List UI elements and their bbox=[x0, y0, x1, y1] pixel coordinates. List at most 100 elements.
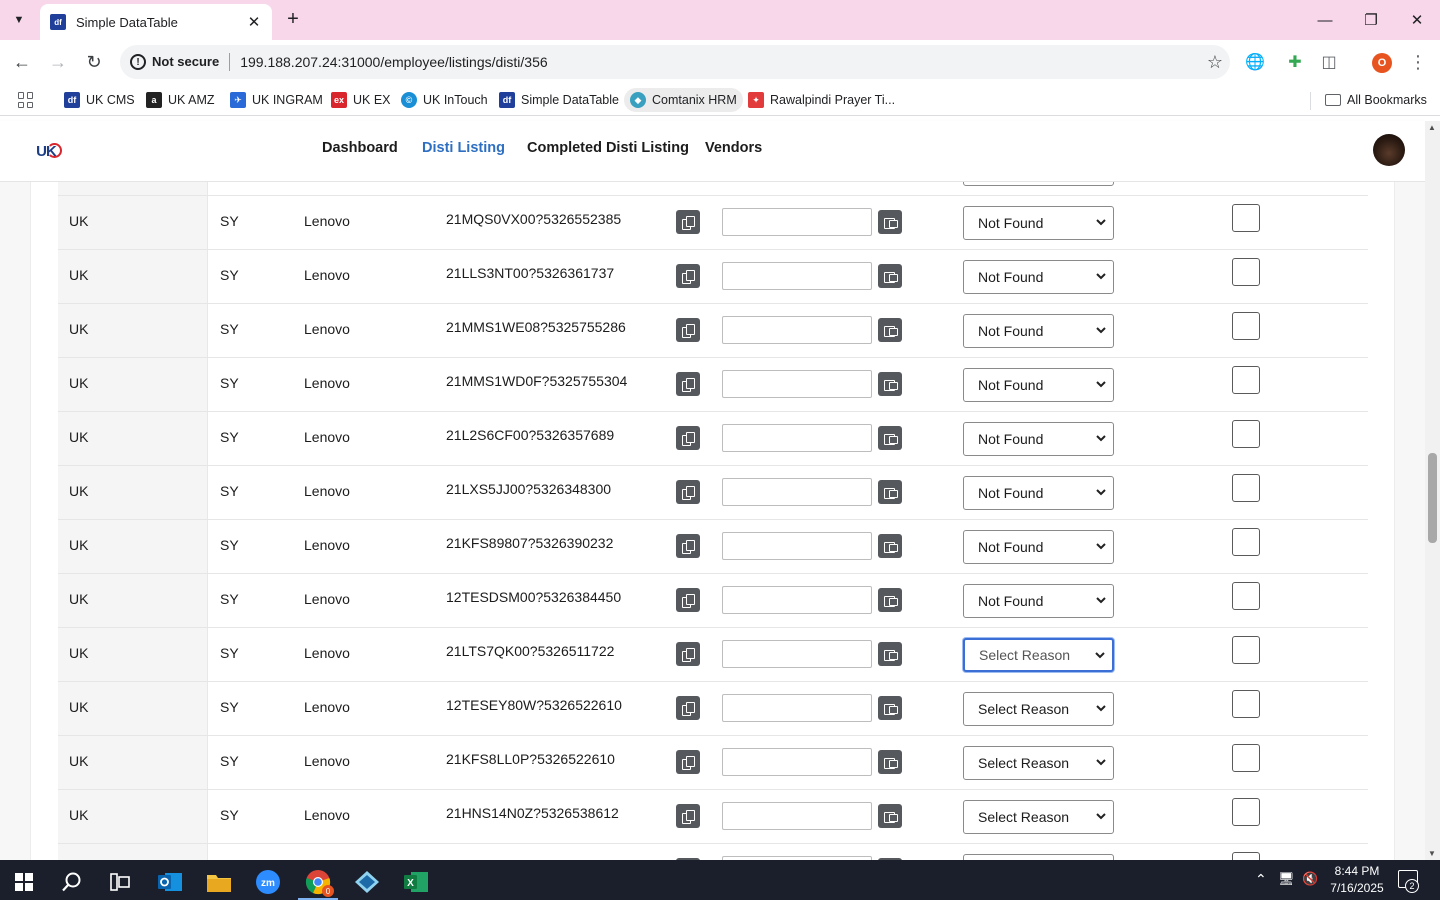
paste-button[interactable] bbox=[878, 534, 902, 558]
paste-button[interactable] bbox=[878, 804, 902, 828]
row-checkbox[interactable] bbox=[1232, 366, 1260, 394]
volume-muted-icon[interactable]: 🔇 bbox=[1302, 871, 1318, 887]
reason-select[interactable]: Not Found bbox=[963, 422, 1114, 456]
reason-select[interactable]: Not Found bbox=[963, 206, 1114, 240]
scrollbar-thumb[interactable] bbox=[1428, 453, 1437, 543]
bookmark-simple-datatable[interactable]: df Simple DataTable bbox=[499, 90, 619, 110]
reason-select-partial[interactable] bbox=[963, 182, 1114, 186]
row-checkbox[interactable] bbox=[1232, 744, 1260, 772]
row-checkbox[interactable] bbox=[1232, 204, 1260, 232]
zoom-icon[interactable]: zm bbox=[244, 864, 292, 900]
paste-button[interactable] bbox=[878, 480, 902, 504]
scroll-up-icon[interactable]: ▲ bbox=[1428, 123, 1436, 132]
value-input[interactable] bbox=[722, 640, 872, 668]
paste-button[interactable] bbox=[878, 372, 902, 396]
address-bar[interactable]: ! Not secure 199.188.207.24:31000/employ… bbox=[120, 45, 1230, 79]
apps-grid-icon[interactable] bbox=[18, 92, 34, 108]
page-scrollbar[interactable]: ▲ ▼ bbox=[1425, 121, 1440, 860]
back-icon[interactable]: ← bbox=[10, 50, 34, 74]
value-input[interactable] bbox=[722, 370, 872, 398]
restore-icon[interactable]: ❐ bbox=[1348, 0, 1394, 40]
window-close-icon[interactable]: ✕ bbox=[1394, 0, 1440, 40]
reason-select[interactable]: Not Found bbox=[963, 368, 1114, 402]
paste-button[interactable] bbox=[878, 264, 902, 288]
reason-select[interactable]: Select Reason bbox=[963, 638, 1114, 672]
row-checkbox[interactable] bbox=[1232, 798, 1260, 826]
search-icon[interactable] bbox=[48, 864, 96, 900]
paste-button[interactable] bbox=[878, 588, 902, 612]
scroll-down-icon[interactable]: ▼ bbox=[1428, 849, 1436, 858]
excel-icon[interactable]: X bbox=[392, 864, 440, 900]
paste-button[interactable] bbox=[878, 318, 902, 342]
reason-select[interactable]: Select Reason bbox=[963, 692, 1114, 726]
bookmark-uk-ingram[interactable]: ✈ UK INGRAM bbox=[230, 90, 323, 110]
copy-sku-button[interactable] bbox=[676, 210, 700, 234]
nav-completed-disti-listing[interactable]: Completed Disti Listing bbox=[527, 140, 689, 156]
row-checkbox[interactable] bbox=[1232, 528, 1260, 556]
copy-sku-button[interactable] bbox=[676, 372, 700, 396]
user-avatar[interactable] bbox=[1373, 134, 1405, 166]
value-input[interactable] bbox=[722, 748, 872, 776]
profile-avatar[interactable]: O bbox=[1372, 53, 1392, 73]
bookmark-rawalpindi-prayer[interactable]: ✦ Rawalpindi Prayer Ti... bbox=[748, 90, 895, 110]
copy-sku-button[interactable] bbox=[676, 804, 700, 828]
chrome-icon[interactable]: 0 bbox=[294, 864, 342, 900]
url-text[interactable]: 199.188.207.24:31000/employee/listings/d… bbox=[240, 54, 1200, 70]
all-bookmarks[interactable]: All Bookmarks bbox=[1325, 90, 1427, 110]
reload-icon[interactable]: ↻ bbox=[82, 50, 106, 74]
value-input[interactable] bbox=[722, 316, 872, 344]
bookmark-star-icon[interactable]: ☆ bbox=[1200, 52, 1230, 73]
translate-icon[interactable]: 🌐 bbox=[1244, 51, 1266, 73]
row-checkbox[interactable] bbox=[1232, 690, 1260, 718]
row-checkbox[interactable] bbox=[1232, 852, 1260, 860]
nav-dashboard[interactable]: Dashboard bbox=[322, 140, 398, 156]
copy-sku-button[interactable] bbox=[676, 318, 700, 342]
minimize-icon[interactable]: — bbox=[1302, 0, 1348, 40]
reason-select[interactable]: Not Found bbox=[963, 530, 1114, 564]
paste-button[interactable] bbox=[878, 750, 902, 774]
reason-select[interactable]: Select Reason bbox=[963, 746, 1114, 780]
security-label[interactable]: Not secure bbox=[152, 53, 231, 71]
tray-chevron-up-icon[interactable]: ⌃ bbox=[1255, 871, 1267, 888]
reason-select[interactable]: Not Found bbox=[963, 260, 1114, 294]
copy-sku-button[interactable] bbox=[676, 696, 700, 720]
copy-sku-button[interactable] bbox=[676, 480, 700, 504]
value-input[interactable] bbox=[722, 208, 872, 236]
file-explorer-icon[interactable] bbox=[195, 864, 243, 900]
row-checkbox[interactable] bbox=[1232, 636, 1260, 664]
value-input[interactable] bbox=[722, 586, 872, 614]
bookmark-uk-amz[interactable]: a UK AMZ bbox=[146, 90, 215, 110]
reason-select[interactable]: Not Found bbox=[963, 584, 1114, 618]
nav-vendors[interactable]: Vendors bbox=[705, 140, 762, 156]
uk-logo-icon[interactable]: UK bbox=[33, 138, 62, 164]
value-input[interactable] bbox=[722, 478, 872, 506]
copy-sku-button[interactable] bbox=[676, 642, 700, 666]
browser-tab[interactable]: df Simple DataTable ✕ bbox=[40, 4, 272, 40]
tab-close-icon[interactable]: ✕ bbox=[246, 13, 262, 31]
value-input[interactable] bbox=[722, 694, 872, 722]
new-tab-icon[interactable]: + bbox=[282, 8, 304, 32]
reason-select[interactable]: Not Found bbox=[963, 476, 1114, 510]
diamond-app-icon[interactable] bbox=[343, 864, 391, 900]
copy-sku-button[interactable] bbox=[676, 750, 700, 774]
copy-sku-button[interactable] bbox=[676, 534, 700, 558]
value-input[interactable] bbox=[722, 424, 872, 452]
value-input[interactable] bbox=[722, 532, 872, 560]
extensions-icon[interactable]: ◫ bbox=[1318, 51, 1340, 73]
row-checkbox[interactable] bbox=[1232, 582, 1260, 610]
bookmark-uk-cms[interactable]: df UK CMS bbox=[64, 90, 135, 110]
reason-select[interactable]: Select Reason bbox=[963, 800, 1114, 834]
row-checkbox[interactable] bbox=[1232, 312, 1260, 340]
row-checkbox[interactable] bbox=[1232, 474, 1260, 502]
value-input[interactable] bbox=[722, 802, 872, 830]
nav-disti-listing[interactable]: Disti Listing bbox=[422, 140, 505, 156]
row-checkbox[interactable] bbox=[1232, 420, 1260, 448]
tab-search-icon[interactable]: ▼ bbox=[6, 8, 32, 32]
paste-button[interactable] bbox=[878, 696, 902, 720]
bookmark-uk-ex[interactable]: ex UK EX bbox=[331, 90, 391, 110]
bookmark-comtanix-hrm[interactable]: ◆ Comtanix HRM bbox=[624, 88, 743, 112]
forward-icon[interactable]: → bbox=[46, 50, 70, 74]
extension-puzzle-green-icon[interactable]: ✚ bbox=[1284, 51, 1306, 73]
bookmark-uk-intouch[interactable]: © UK InTouch bbox=[401, 90, 488, 110]
taskbar-clock[interactable]: 8:44 PM 7/16/2025 bbox=[1322, 863, 1392, 897]
